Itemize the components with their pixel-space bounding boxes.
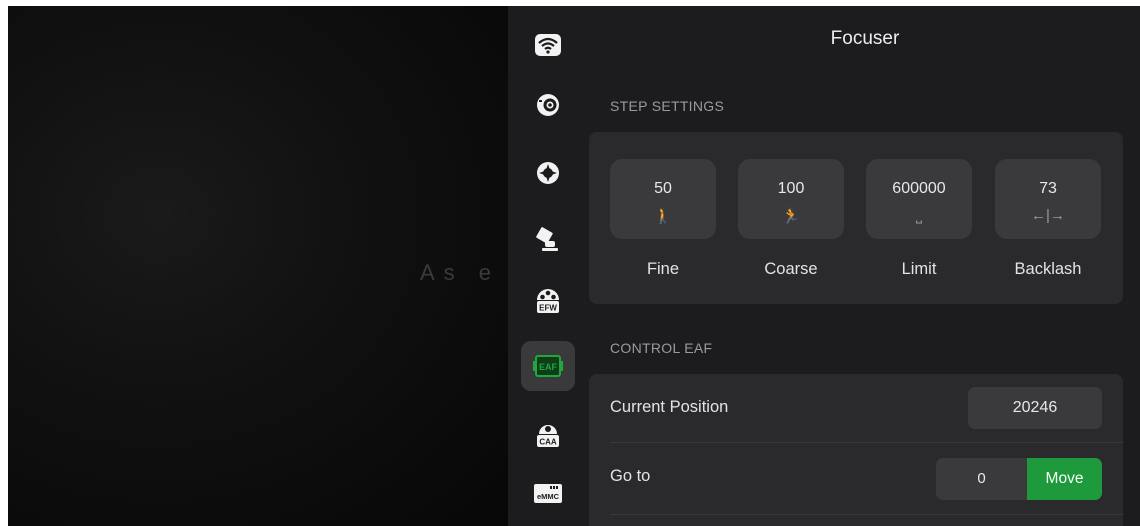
sidebar-item-focuser[interactable]: EAF [521, 341, 575, 391]
telescope-mount-icon [536, 227, 558, 251]
sidebar-item-wifi[interactable] [521, 20, 575, 70]
device-sidebar: EFW EAF CAA eMMC [508, 6, 590, 526]
page-title: Focuser [830, 28, 900, 49]
range-limit-icon: ⎵ [915, 207, 922, 224]
current-position-label: Current Position [610, 398, 729, 416]
backlash-step-value: 73 [1039, 180, 1057, 197]
sidebar-item-guide[interactable] [521, 148, 575, 198]
rotator-icon: CAA [537, 425, 559, 447]
efw-badge: EFW [539, 304, 557, 313]
walking-person-icon: 🚶 [653, 208, 673, 225]
fine-step-button[interactable]: 50 🚶 [610, 159, 716, 239]
goto-row: Go to 0 Move [589, 443, 1123, 511]
step-settings-section-title: STEP SETTINGS [610, 98, 725, 114]
backlash-step-label: Backlash [1014, 260, 1082, 278]
preview-watermark-text: As e [420, 260, 501, 285]
limit-step-button[interactable]: 600000 ⎵ [866, 159, 972, 239]
fine-step-value: 50 [654, 180, 672, 197]
settings-panel: EFW EAF CAA eMMC Focuser STEP SETTINGS 5… [508, 6, 1140, 526]
goto-label: Go to [610, 467, 651, 485]
current-position-row: Current Position 20246 [589, 374, 1123, 442]
backlash-arrows-icon: ←|→ [1031, 207, 1065, 224]
goto-position-input[interactable]: 0 [936, 458, 1027, 500]
running-person-icon: 🏃 [781, 208, 801, 225]
sidebar-item-mount[interactable] [521, 214, 575, 264]
sidebar-item-camera[interactable] [521, 80, 575, 130]
step-settings-card: 50 🚶 Fine 100 🏃 Coarse 600000 ⎵ Limit 73… [589, 132, 1123, 304]
move-button[interactable]: Move [1027, 458, 1102, 500]
coarse-step-label: Coarse [764, 260, 818, 278]
eaf-badge: EAF [539, 362, 558, 372]
camera-lens-icon [537, 94, 559, 116]
camera-preview: As e [8, 6, 508, 526]
caa-badge: CAA [539, 438, 557, 447]
control-card: Current Position 20246 Go to 0 Move [589, 374, 1123, 526]
current-position-value: 20246 [968, 387, 1102, 429]
sidebar-item-filter-wheel[interactable]: EFW [521, 274, 575, 324]
backlash-step-button[interactable]: 73 ←|→ [995, 159, 1101, 239]
step-fine: 50 🚶 Fine [610, 159, 716, 279]
control-section-title: CONTROL EAF [610, 340, 713, 356]
coarse-step-button[interactable]: 100 🏃 [738, 159, 844, 239]
row-divider [610, 514, 1123, 515]
storage-icon: eMMC [534, 484, 562, 503]
step-limit: 600000 ⎵ Limit [866, 159, 972, 279]
fine-step-label: Fine [646, 260, 680, 278]
emmc-badge: eMMC [537, 492, 560, 501]
app-root: As e EFW EAF CAA eMMC Focuser STEP SETTI… [0, 0, 1140, 526]
wifi-icon [535, 34, 561, 56]
guide-target-icon [537, 162, 559, 184]
focuser-icon: EAF [533, 355, 563, 377]
sidebar-item-storage[interactable]: eMMC [521, 468, 575, 518]
limit-step-label: Limit [901, 260, 937, 278]
sidebar-item-rotator[interactable]: CAA [521, 408, 575, 458]
step-backlash: 73 ←|→ Backlash [995, 159, 1101, 279]
limit-step-value: 600000 [892, 180, 946, 197]
step-coarse: 100 🏃 Coarse [738, 159, 844, 279]
filter-wheel-icon: EFW [537, 289, 559, 313]
coarse-step-value: 100 [777, 180, 805, 197]
